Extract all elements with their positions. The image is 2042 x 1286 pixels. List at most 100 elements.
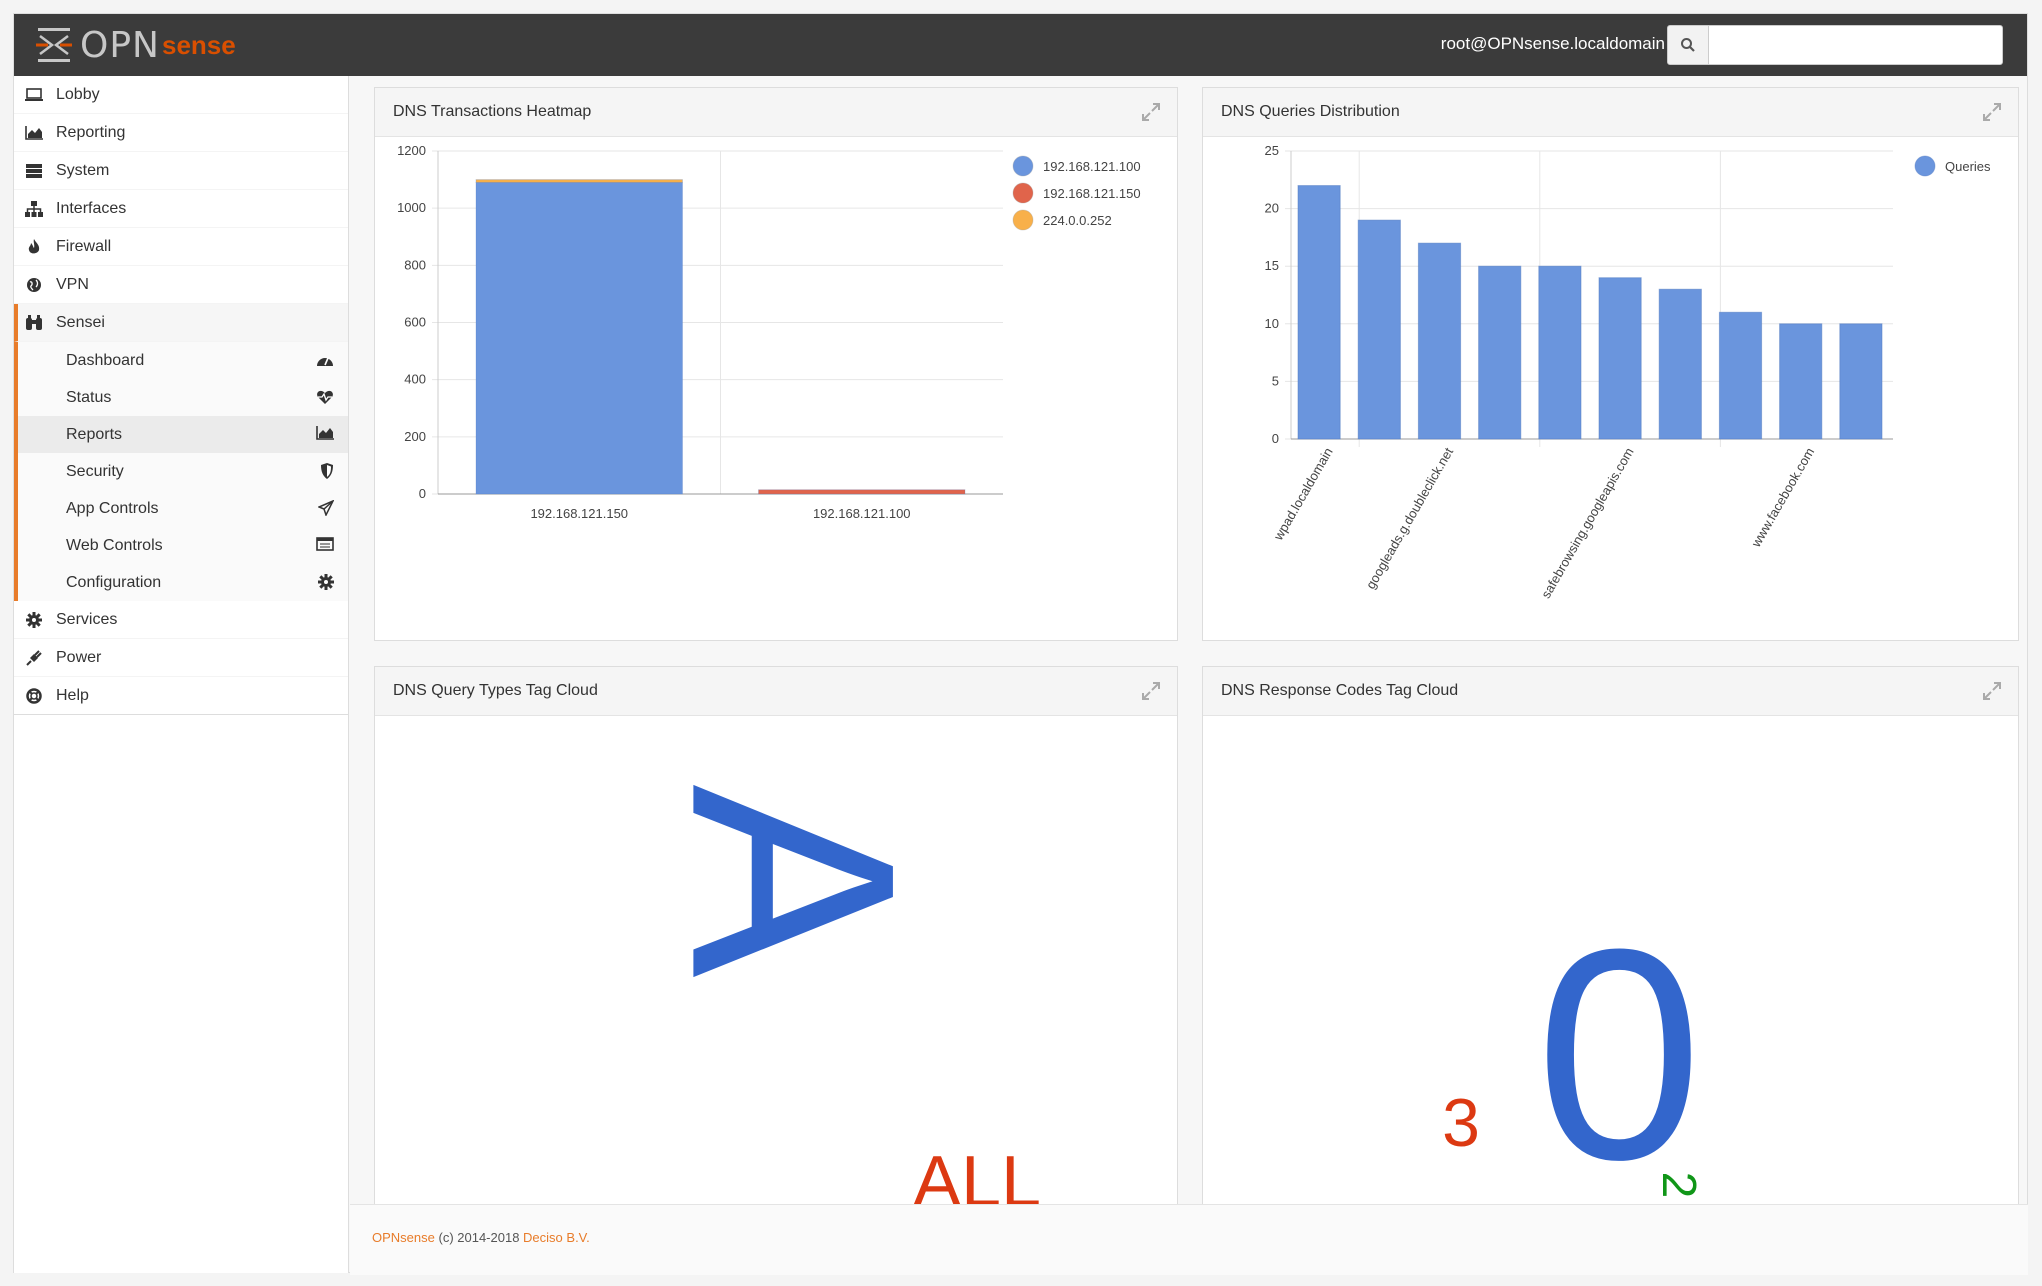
area-chart-icon: [24, 125, 44, 140]
panel-header: DNS Response Codes Tag Cloud: [1203, 667, 2018, 716]
sidebar-item-label: Lobby: [56, 85, 100, 103]
y-tick-label: 1000: [397, 200, 426, 215]
legend-label: 192.168.121.150: [1043, 186, 1141, 201]
sidebar-item-system[interactable]: System: [14, 152, 348, 190]
legend-swatch: [1914, 155, 1936, 177]
y-tick-label: 400: [404, 372, 426, 387]
globe-icon: [24, 277, 44, 293]
legend-label: 192.168.121.100: [1043, 159, 1141, 174]
sidebar-item-power[interactable]: Power: [14, 639, 348, 677]
y-tick-label: 25: [1265, 143, 1279, 158]
sidebar-sub-reports[interactable]: Reports: [14, 416, 348, 453]
tag-word: A: [631, 784, 955, 979]
sidebar-sub-status[interactable]: Status: [14, 379, 348, 416]
sidebar-item-vpn[interactable]: VPN: [14, 266, 348, 304]
legend-swatch: [1012, 155, 1034, 177]
bar: [1478, 265, 1522, 440]
sidebar-item-label: VPN: [56, 275, 89, 293]
sidebar-item-firewall[interactable]: Firewall: [14, 228, 348, 266]
opnsense-logo[interactable]: OPN sense: [36, 24, 236, 66]
sidebar-item-label: Power: [56, 648, 102, 666]
distribution-chart: 0 5 10 15 20 25 wpad.localdomain googleads.g.do…: [1265, 143, 1991, 601]
paper-plane-icon: [317, 499, 335, 521]
sidebar-item-label: Firewall: [56, 237, 112, 255]
search-button[interactable]: [1667, 25, 1709, 65]
expand-icon[interactable]: [1982, 681, 2002, 706]
panel-title: DNS Response Codes Tag Cloud: [1221, 682, 1459, 699]
legend-label: 224.0.0.252: [1043, 213, 1112, 228]
logo-sense-text: sense: [161, 29, 236, 60]
user-menu[interactable]: root@OPNsense.localdomain: [1441, 34, 1665, 54]
sidebar-item-label: Reporting: [56, 123, 126, 141]
binoculars-icon: [24, 314, 44, 331]
sidebar-sub-app-controls[interactable]: App Controls: [14, 490, 348, 527]
sidebar-item-sensei[interactable]: Sensei: [14, 304, 348, 342]
x-tick-label: googleads.g.doubleclick.net: [1363, 445, 1456, 592]
sidebar-item-label: Services: [56, 610, 118, 628]
sidebar-sub-label: Status: [66, 388, 112, 406]
bar: [1598, 277, 1642, 440]
logo-mark-icon: [36, 28, 72, 62]
sidebar-sub-web-controls[interactable]: Web Controls: [14, 527, 348, 564]
panel-header: DNS Transactions Heatmap: [375, 88, 1177, 137]
y-tick-label: 10: [1265, 316, 1279, 331]
x-tick-label: safebrowsing.googleapis.com: [1538, 445, 1637, 601]
bar: [758, 489, 966, 495]
gear-icon: [24, 611, 44, 628]
sidebar-item-label: Sensei: [56, 313, 105, 331]
bar: [475, 179, 683, 183]
sidebar-sub-configuration[interactable]: Configuration: [14, 564, 348, 601]
dns-queries-distribution-panel: DNS Queries Distribution 0 5 10 15 20 25 wpad.…: [1202, 87, 2019, 641]
dns-query-types-panel: DNS Query Types Tag Cloud A ALL: [374, 666, 1178, 1222]
sidebar-sub-security[interactable]: Security: [14, 453, 348, 490]
sidebar-sub-label: Dashboard: [66, 351, 145, 369]
sidebar-item-interfaces[interactable]: Interfaces: [14, 190, 348, 228]
expand-icon[interactable]: [1982, 102, 2002, 127]
sitemap-icon: [24, 200, 44, 217]
plug-icon: [24, 649, 44, 666]
browser-icon: [316, 537, 334, 556]
y-tick-label: 0: [419, 486, 426, 501]
laptop-icon: [24, 87, 44, 102]
fire-icon: [24, 238, 44, 255]
y-tick-label: 15: [1265, 258, 1279, 273]
sidebar-item-reporting[interactable]: Reporting: [14, 114, 348, 152]
query-types-cloud: A ALL: [631, 784, 1041, 1222]
sidebar-sub-label: App Controls: [66, 499, 159, 517]
top-navbar: OPN sense root@OPNsense.localdomain: [14, 14, 2027, 76]
sidebar-item-label: Help: [56, 686, 89, 704]
y-tick-label: 5: [1272, 373, 1279, 388]
sidebar-item-label: Interfaces: [56, 199, 127, 217]
y-tick-label: 800: [404, 257, 426, 272]
bar: [1357, 219, 1401, 440]
tag-word: 2: [1652, 1172, 1705, 1199]
x-tick-label: 192.168.121.150: [530, 506, 628, 521]
x-tick-label: www.facebook.com: [1748, 445, 1817, 550]
x-tick-label: 192.168.121.100: [813, 506, 911, 521]
footer-copyright: (c) 2014-2018: [434, 1230, 524, 1245]
bar: [1839, 323, 1883, 440]
expand-icon[interactable]: [1141, 681, 1161, 706]
bar: [1297, 185, 1341, 440]
sidebar-item-lobby[interactable]: Lobby: [14, 76, 348, 114]
gear-icon: [318, 574, 334, 595]
search-input[interactable]: [1708, 25, 2003, 65]
legend-swatch: [1012, 209, 1034, 231]
panel-title: DNS Transactions Heatmap: [393, 103, 592, 120]
logo-text: OPN: [80, 24, 160, 66]
sidebar-item-help[interactable]: Help: [14, 677, 348, 715]
footer-company-link[interactable]: Deciso B.V.: [523, 1230, 590, 1245]
app-frame: OPN sense root@OPNsense.localdomain Lobb…: [13, 13, 2028, 1275]
tag-word: 0: [1536, 886, 1703, 1206]
sidebar-item-services[interactable]: Services: [14, 601, 348, 639]
x-tick-label: wpad.localdomain: [1270, 445, 1336, 544]
footer-org-link[interactable]: OPNsense: [372, 1230, 435, 1245]
sidebar-item-label: System: [56, 161, 110, 179]
response-codes-cloud: 0 3 2 -1: [1442, 886, 1705, 1251]
sidebar-sub-dashboard[interactable]: Dashboard: [14, 342, 348, 379]
bar: [1417, 242, 1462, 440]
expand-icon[interactable]: [1141, 102, 1161, 127]
panel-title: DNS Query Types Tag Cloud: [393, 682, 598, 699]
dashboard-icon: [316, 352, 334, 373]
sidebar-sub-label: Configuration: [66, 573, 162, 591]
